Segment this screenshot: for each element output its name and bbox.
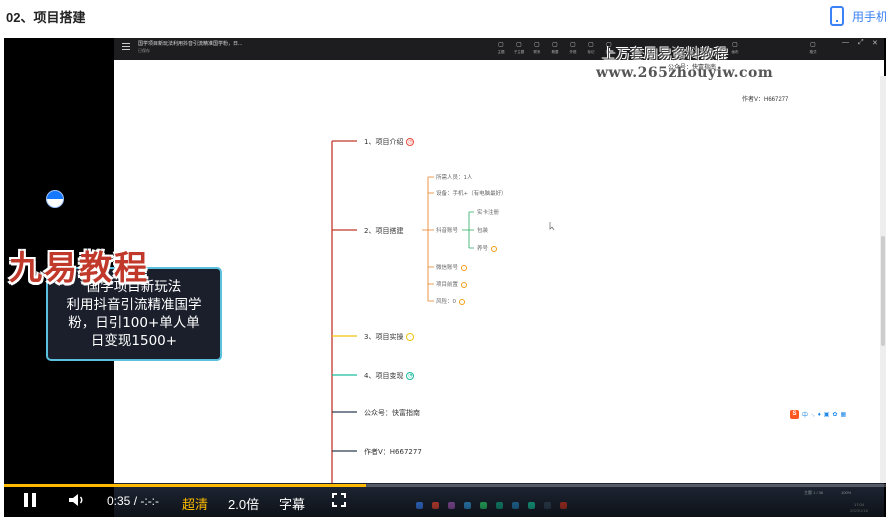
root-line: 利用抖音引流精准国学 [66, 297, 202, 313]
mindmap-node-monetize[interactable]: 4、项目变现 ◔ [364, 371, 415, 381]
ime-mode-icon: 中 [802, 413, 809, 419]
pending-icon: · [461, 264, 468, 271]
mindmap-node-author[interactable]: 作者V：H667277 [364, 447, 422, 457]
lesson-header: 02、项目搭建 用手机 [0, 0, 886, 36]
quality-button[interactable]: 超清 [182, 494, 208, 513]
progress-icon: ◔ [406, 372, 415, 380]
ime-skin-icon: ✿ [832, 412, 838, 418]
fullscreen-button[interactable] [332, 493, 346, 507]
clock-icon: ◷ [406, 138, 415, 146]
ime-toolbar[interactable]: S 中 ·, ♦ ▣ ✿ ▦ [790, 410, 846, 419]
speed-button[interactable]: 2.0倍 [228, 494, 259, 513]
phone-icon [830, 6, 844, 26]
pause-icon [24, 493, 28, 507]
lesson-title: 02、项目搭建 [6, 10, 86, 25]
mindmap-sub-risk[interactable]: 风险：0 · [436, 297, 465, 305]
mindmap-node-setup[interactable]: 2、项目搭建 [364, 226, 403, 236]
player-controls: 0:35 / -:-:- 超清 2.0倍 字幕 [4, 484, 886, 517]
mindmap-sub-sim-register[interactable]: 实卡注册 [477, 208, 499, 216]
recorded-screen: 国学项目新玩法利用抖音引流精准国学粉，日... 已保存 ▢ 主题 ▢ 子主题 ▢ 联系 ▢ 概… [114, 38, 884, 483]
sogou-ime-icon: S [790, 410, 799, 419]
scrollbar-thumb[interactable] [881, 236, 885, 346]
mindmap-node-practice[interactable]: 3、项目实操 · [364, 332, 415, 342]
mindmap-sub-prerequisite[interactable]: 项目前置 · [436, 280, 468, 288]
volume-button[interactable] [68, 493, 86, 510]
pending-icon: · [459, 298, 465, 305]
progress-bar[interactable] [4, 484, 886, 487]
pending-icon: · [406, 333, 415, 341]
mindmap-connectors [331, 140, 555, 483]
root-line: 日变现1500+ [90, 333, 178, 349]
root-line: 粉，日引100+单人单 [68, 315, 200, 331]
pending-icon: · [461, 281, 468, 288]
mindmap-sub-packaging[interactable]: 包装 [477, 226, 488, 234]
mindmap-node-public-account[interactable]: 公众号：快富指南 [364, 408, 420, 418]
subtitle-button[interactable]: 字幕 [279, 494, 305, 513]
watch-on-phone-button[interactable]: 用手机 [830, 4, 886, 28]
volume-icon [69, 494, 83, 506]
mindmap-sub-douyin-account[interactable]: 抖音账号 [436, 226, 458, 234]
floating-ball-icon[interactable] [46, 190, 64, 208]
mindmap-sub-staff[interactable]: 所需人员：1人 [436, 173, 473, 181]
mindmap-sub-wechat-account[interactable]: 微信账号 · [436, 263, 468, 271]
mindmap-sub-device[interactable]: 设备：手机+（有电脑最好） [436, 189, 507, 197]
ime-punctuation-icon: ·, [811, 411, 815, 418]
mindmap-node-intro[interactable]: 1、项目介绍 ◷ [364, 137, 415, 147]
video-player[interactable]: 国学项目新玩法利用抖音引流精准国学粉，日... 已保存 ▢ 主题 ▢ 子主题 ▢ 联系 ▢ 概… [4, 38, 886, 517]
mindmap-sub-nurture[interactable]: 养号 · [477, 244, 498, 252]
scrollbar[interactable] [880, 76, 886, 483]
watch-on-phone-label: 用手机 [852, 9, 886, 24]
fullscreen-icon [332, 493, 346, 507]
brand-watermark: 九易教程 [9, 248, 149, 287]
pause-button[interactable] [24, 493, 38, 507]
ime-voice-icon: ♦ [817, 411, 821, 418]
progress-fill [4, 484, 366, 487]
ime-keyboard-icon: ▣ [823, 412, 830, 418]
pending-icon: · [491, 245, 498, 252]
time-display: 0:35 / -:-:- [107, 494, 160, 508]
ime-tools-icon: ▦ [840, 412, 847, 418]
